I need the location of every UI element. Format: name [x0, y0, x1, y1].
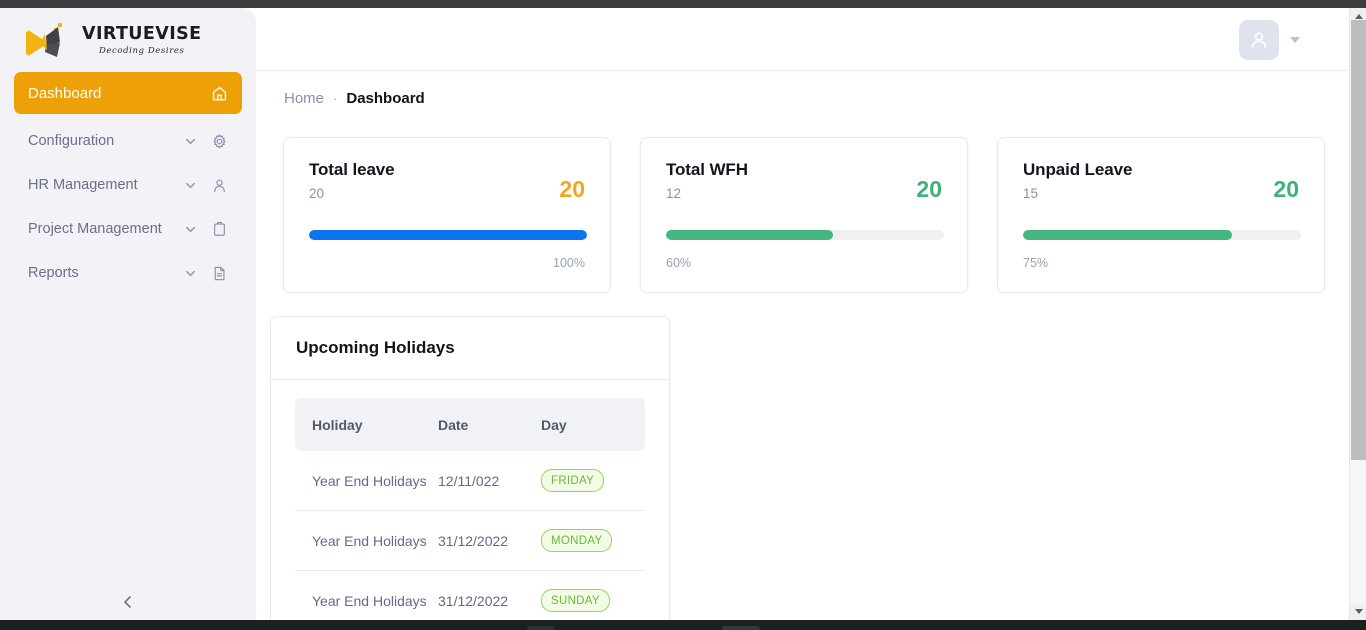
card-subtitle: 15 — [1023, 186, 1299, 201]
progress-bar — [309, 230, 587, 240]
chevron-down-icon[interactable] — [184, 267, 197, 280]
sidebar-item-label: HR Management — [28, 177, 184, 193]
chevron-left-icon — [120, 594, 136, 610]
panel-body: Holiday Date Day Year End Holidays 12/11… — [271, 380, 669, 630]
sidebar-item-project-management[interactable]: Project Management — [14, 209, 242, 249]
taskbar-item-b — [722, 626, 760, 630]
clipboard-icon — [211, 221, 228, 238]
status-badge: FRIDAY — [541, 469, 604, 492]
sidebar-item-icons — [184, 133, 228, 150]
sidebar-nav: Dashboard Configuration — [0, 72, 256, 297]
brand-tagline: Decoding Desires — [82, 46, 201, 56]
progress-fill — [309, 230, 587, 240]
table-header: Holiday Date Day — [295, 398, 645, 451]
sidebar-item-label: Configuration — [28, 133, 184, 149]
avatar[interactable] — [1239, 20, 1279, 60]
card-title: Unpaid Leave — [1023, 160, 1299, 180]
upcoming-holidays-panel: Upcoming Holidays Holiday Date Day Year … — [270, 316, 670, 630]
sidebar-item-configuration[interactable]: Configuration — [14, 121, 242, 161]
progress-percent-label: 75% — [1023, 256, 1048, 270]
taskbar-item-a — [527, 626, 555, 630]
card-value: 20 — [1273, 178, 1299, 201]
card-title: Total leave — [309, 160, 585, 180]
card-subtitle: 12 — [666, 186, 942, 201]
brand-name: VIRTUEVISE — [82, 26, 201, 44]
scrollbar-thumb[interactable] — [1351, 20, 1366, 460]
panel-header: Upcoming Holidays — [271, 317, 669, 380]
main-content: Home · Dashboard Total leave 20 20 100% … — [256, 71, 1349, 620]
panel-title: Upcoming Holidays — [296, 338, 455, 358]
breadcrumb-separator: · — [333, 91, 337, 106]
app-viewport: VIRTUEVISE Decoding Desires Dashboard Co… — [0, 0, 1366, 630]
butterfly-logo-icon — [24, 22, 76, 60]
cell-day: MONDAY — [541, 511, 645, 571]
column-header-date: Date — [438, 398, 541, 451]
sidebar-item-hr-management[interactable]: HR Management — [14, 165, 242, 205]
progress-percent-label: 60% — [666, 256, 691, 270]
sidebar-item-icons — [184, 265, 228, 282]
table-row[interactable]: Year End Holidays 12/11/022 FRIDAY — [295, 451, 645, 511]
browser-chrome-bottom — [0, 620, 1366, 630]
stat-cards: Total leave 20 20 100% Total WFH 12 20 6… — [283, 137, 1326, 293]
sidebar-collapse-button[interactable] — [113, 587, 143, 617]
progress-bar — [1023, 230, 1301, 240]
page-scrollbar[interactable] — [1349, 8, 1366, 620]
page-title: Dashboard — [346, 90, 424, 107]
column-header-day: Day — [541, 398, 645, 451]
table-body: Year End Holidays 12/11/022 FRIDAY Year … — [295, 451, 645, 630]
breadcrumb: Home · Dashboard — [284, 90, 425, 107]
gear-icon — [211, 133, 228, 150]
sidebar-item-label: Reports — [28, 265, 184, 281]
column-header-holiday: Holiday — [295, 398, 438, 451]
cell-holiday: Year End Holidays — [295, 511, 438, 571]
caret-down-icon[interactable] — [1290, 37, 1300, 43]
cell-day: FRIDAY — [541, 451, 645, 511]
holidays-table: Holiday Date Day Year End Holidays 12/11… — [295, 398, 645, 630]
progress-fill — [1023, 230, 1232, 240]
user-menu[interactable] — [1239, 20, 1300, 60]
cell-holiday: Year End Holidays — [295, 451, 438, 511]
status-badge: MONDAY — [541, 529, 612, 552]
user-avatar-icon — [1247, 28, 1271, 52]
table-row[interactable]: Year End Holidays 31/12/2022 MONDAY — [295, 511, 645, 571]
chevron-down-icon[interactable] — [184, 223, 197, 236]
sidebar: VIRTUEVISE Decoding Desires Dashboard Co… — [0, 8, 256, 620]
card-value: 20 — [916, 178, 942, 201]
cell-date: 31/12/2022 — [438, 511, 541, 571]
breadcrumb-home[interactable]: Home — [284, 90, 324, 107]
sidebar-item-dashboard[interactable]: Dashboard — [14, 72, 242, 114]
home-icon — [211, 85, 228, 102]
stat-card-total-leave[interactable]: Total leave 20 20 100% — [283, 137, 611, 293]
card-title: Total WFH — [666, 160, 942, 180]
document-icon — [211, 265, 228, 282]
topbar — [256, 8, 1349, 71]
person-icon — [211, 177, 228, 194]
brand-logo[interactable]: VIRTUEVISE Decoding Desires — [0, 12, 256, 70]
chevron-down-icon[interactable] — [184, 179, 197, 192]
sidebar-item-label: Project Management — [28, 221, 184, 237]
cell-date: 12/11/022 — [438, 451, 541, 511]
stat-card-unpaid-leave[interactable]: Unpaid Leave 15 20 75% — [997, 137, 1325, 293]
sidebar-item-reports[interactable]: Reports — [14, 253, 242, 293]
sidebar-item-icons — [211, 85, 228, 102]
stat-card-total-wfh[interactable]: Total WFH 12 20 60% — [640, 137, 968, 293]
sidebar-item-label: Dashboard — [28, 85, 211, 102]
scroll-down-arrow-icon[interactable] — [1350, 603, 1366, 620]
card-subtitle: 20 — [309, 186, 585, 201]
sidebar-item-icons — [184, 177, 228, 194]
status-badge: SUNDAY — [541, 589, 610, 612]
sidebar-item-icons — [184, 221, 228, 238]
progress-fill — [666, 230, 833, 240]
chevron-down-icon[interactable] — [184, 135, 197, 148]
progress-bar — [666, 230, 944, 240]
browser-chrome-top — [0, 0, 1366, 8]
table-header-row: Holiday Date Day — [295, 398, 645, 451]
progress-percent-label: 100% — [553, 256, 585, 270]
card-value: 20 — [559, 178, 585, 201]
